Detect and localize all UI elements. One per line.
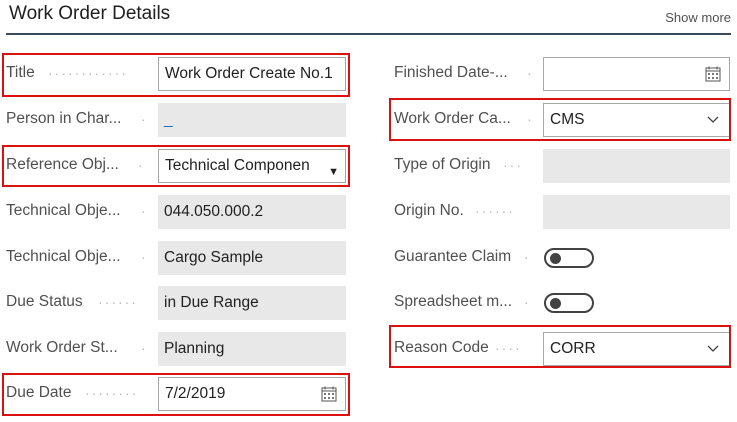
due-status-value: in Due Range [158,286,346,320]
toggle-knob [550,298,561,309]
header-divider [6,33,731,35]
highlight-work-order-category [389,98,731,141]
finished-date-input[interactable] [543,57,730,91]
person-in-charge-label: Person in Char... [6,110,122,127]
spreadsheet-toggle[interactable] [544,293,594,313]
highlight-reason-code [389,325,731,368]
due-status-field: Due Status ······ in Due Range [3,284,347,322]
highlight-reference-object [2,145,350,187]
highlight-due-date [2,373,350,416]
origin-no-label: Origin No. [394,202,464,219]
finished-date-label: Finished Date-... [394,64,508,81]
technical-object-no-value: 044.050.000.2 [158,195,346,229]
type-of-origin-value [543,149,730,183]
technical-object-desc-field: Technical Obje... · Cargo Sample [3,239,347,277]
toggle-knob [550,253,561,264]
origin-no-value [543,195,730,229]
label-dots: · [141,340,148,356]
type-of-origin-field: Type of Origin ··· [391,147,733,185]
label-dots: · [524,294,531,310]
guarantee-claim-field: Guarantee Claim · [391,239,733,277]
due-status-label: Due Status [6,293,83,310]
technical-object-desc-label: Technical Obje... [6,248,121,265]
show-more-link[interactable]: Show more [665,10,731,25]
type-of-origin-label: Type of Origin [394,156,491,173]
guarantee-claim-toggle[interactable] [544,248,594,268]
guarantee-claim-label: Guarantee Claim [394,248,512,265]
technical-object-no-field: Technical Obje... · 044.050.000.2 [3,193,347,231]
label-dots: ······ [475,203,515,219]
label-dots: · [141,203,148,219]
origin-no-field: Origin No. ······ [391,193,733,231]
spreadsheet-label: Spreadsheet m... [394,293,513,310]
label-dots: · [524,249,531,265]
label-dots: · [141,111,148,127]
label-dots: ······ [98,294,138,310]
technical-object-desc-value: Cargo Sample [158,241,346,275]
label-dots: · [527,65,534,81]
label-dots: · [141,249,148,265]
work-order-status-value: Planning [158,332,346,366]
finished-date-field: Finished Date-... · [391,55,733,93]
section-title: Work Order Details [9,3,171,24]
calendar-icon[interactable] [705,66,721,82]
spreadsheet-field: Spreadsheet m... · [391,284,733,322]
highlight-title [2,53,350,97]
label-dots: ··· [503,157,523,173]
work-order-status-field: Work Order St... · Planning [3,330,347,368]
person-in-charge-field: Person in Char... · _ [3,101,347,139]
work-order-status-label: Work Order St... [6,339,118,356]
technical-object-no-label: Technical Obje... [6,202,121,219]
person-in-charge-value[interactable]: _ [158,103,346,137]
